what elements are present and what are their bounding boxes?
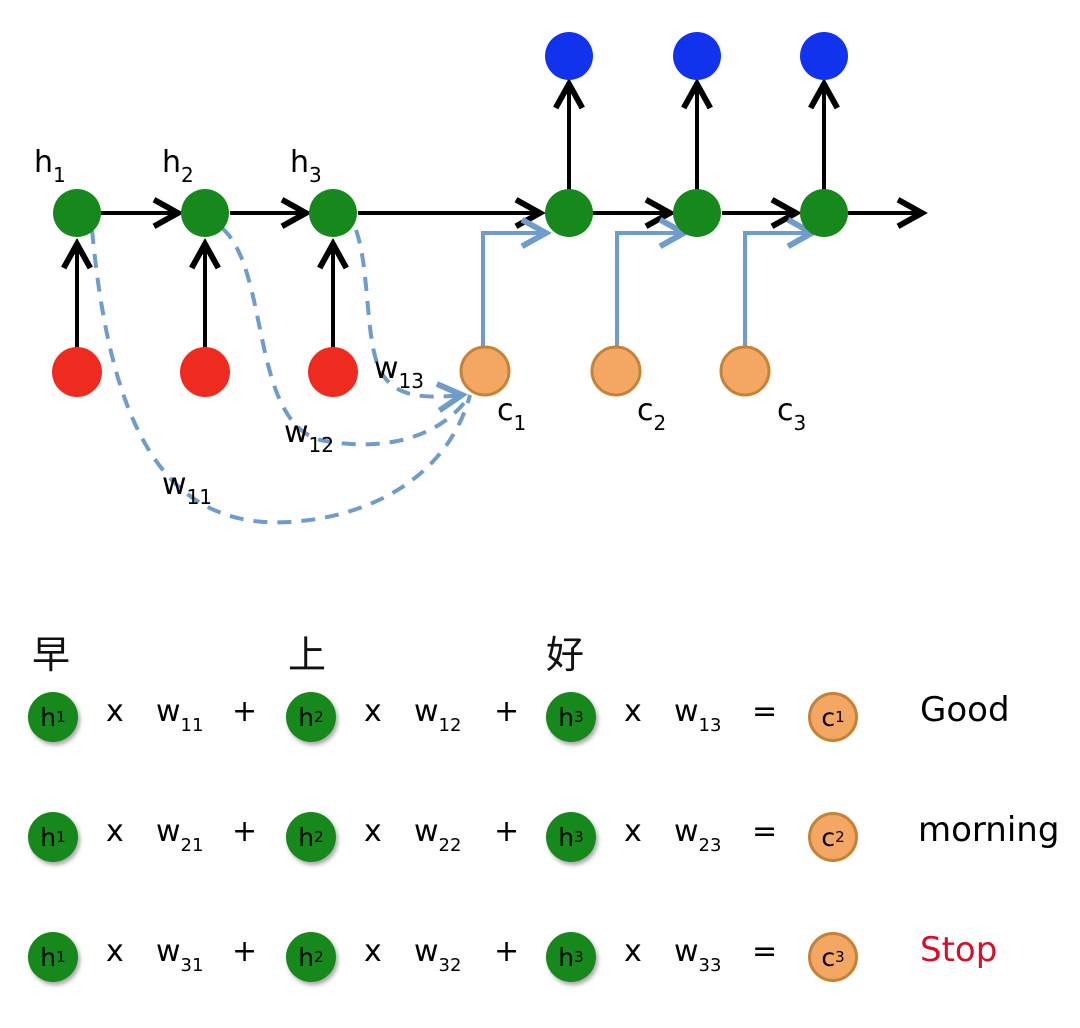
label-c2: c2 xyxy=(637,393,666,435)
output-arrows xyxy=(569,84,824,190)
weight-w31: w31 xyxy=(156,934,204,976)
plus-sign: + xyxy=(494,814,520,849)
weight-w22: w22 xyxy=(414,814,462,856)
target-word-morning: morning xyxy=(918,810,1060,850)
equals-sign: = xyxy=(752,934,778,969)
h1-node: h1 xyxy=(28,932,78,982)
label-w12: w12 xyxy=(284,415,334,457)
input-node-3 xyxy=(308,347,358,397)
h3-node: h3 xyxy=(546,932,596,982)
target-word-stop: Stop xyxy=(920,930,998,970)
weight-w21: w21 xyxy=(156,814,204,856)
output-node-3 xyxy=(800,32,848,80)
plus-sign: + xyxy=(232,934,258,969)
c1-node: c1 xyxy=(808,692,858,742)
weight-w33: w33 xyxy=(674,934,722,976)
arrow-c3-d3 xyxy=(743,233,812,346)
equals-sign: = xyxy=(752,814,778,849)
input-nodes xyxy=(52,347,358,397)
multiply-sign: x xyxy=(106,814,124,849)
equation-row-2: h1 x w21 + h2 x w22 + h3 x w23 = c2 morn… xyxy=(0,808,1080,868)
weight-w11: w11 xyxy=(156,694,204,736)
multiply-sign: x xyxy=(106,694,124,729)
plus-sign: + xyxy=(494,934,520,969)
output-node-2 xyxy=(673,32,721,80)
h3-node: h3 xyxy=(546,812,596,862)
context-node-c3 xyxy=(719,345,771,397)
multiply-sign: x xyxy=(624,694,642,729)
label-w13: w13 xyxy=(374,351,424,393)
h2-node: h2 xyxy=(286,932,336,982)
multiply-sign: x xyxy=(364,934,382,969)
seq2seq-attention-diagram: h1 h2 h3 c1 c2 c3 w11 w12 w13 xyxy=(34,32,1080,525)
context-arrows xyxy=(481,233,812,346)
input-arrows xyxy=(77,244,333,350)
context-node-c1 xyxy=(459,345,511,397)
arrow-c1-d1 xyxy=(481,233,546,346)
plus-sign: + xyxy=(232,814,258,849)
output-node-1 xyxy=(545,32,593,80)
decoder-node-3 xyxy=(800,189,848,237)
context-labels: c1 c2 c3 xyxy=(497,393,806,435)
h3-node: h3 xyxy=(546,692,596,742)
h1-node: h1 xyxy=(28,812,78,862)
plus-sign: + xyxy=(232,694,258,729)
equals-sign: = xyxy=(752,694,778,729)
source-word-2: 上 xyxy=(288,633,327,677)
multiply-sign: x xyxy=(364,814,382,849)
hidden-node-h1 xyxy=(53,189,101,237)
h2-node: h2 xyxy=(286,812,336,862)
label-w11: w11 xyxy=(162,467,212,509)
multiply-sign: x xyxy=(624,934,642,969)
context-nodes xyxy=(459,345,771,397)
context-node-c2 xyxy=(590,345,642,397)
hidden-labels: h1 h2 h3 xyxy=(34,145,322,187)
label-h3: h3 xyxy=(290,145,322,187)
weight-w32: w32 xyxy=(414,934,462,976)
hidden-node-h3 xyxy=(309,189,357,237)
encoder-hidden-nodes xyxy=(53,189,357,237)
weight-w12: w12 xyxy=(414,694,462,736)
multiply-sign: x xyxy=(364,694,382,729)
source-word-3: 好 xyxy=(546,633,585,677)
hidden-node-h2 xyxy=(181,189,229,237)
label-c3: c3 xyxy=(777,393,806,435)
c3-node: c3 xyxy=(808,932,858,982)
h2-node: h2 xyxy=(286,692,336,742)
decoder-node-1 xyxy=(545,189,593,237)
decoder-hidden-nodes xyxy=(545,189,848,237)
label-h2: h2 xyxy=(162,145,194,187)
source-word-1: 早 xyxy=(32,633,71,677)
multiply-sign: x xyxy=(106,934,124,969)
label-c1: c1 xyxy=(497,393,526,435)
h1-node: h1 xyxy=(28,692,78,742)
output-nodes xyxy=(545,32,848,80)
target-word-good: Good xyxy=(920,690,1010,730)
equation-row-3: h1 x w31 + h2 x w32 + h3 x w33 = c3 Stop xyxy=(0,928,1080,988)
equation-row-1: h1 x w11 + h2 x w12 + h3 x w13 = c1 Good xyxy=(0,688,1080,748)
multiply-sign: x xyxy=(624,814,642,849)
input-node-1 xyxy=(52,347,102,397)
weight-w23: w23 xyxy=(674,814,722,856)
label-h1: h1 xyxy=(34,145,66,187)
attention-curve-w12 xyxy=(220,226,472,447)
arrow-c2-d2 xyxy=(615,233,684,346)
input-node-2 xyxy=(180,347,230,397)
decoder-node-2 xyxy=(673,189,721,237)
plus-sign: + xyxy=(494,694,520,729)
c2-node: c2 xyxy=(808,812,858,862)
weight-w13: w13 xyxy=(674,694,722,736)
